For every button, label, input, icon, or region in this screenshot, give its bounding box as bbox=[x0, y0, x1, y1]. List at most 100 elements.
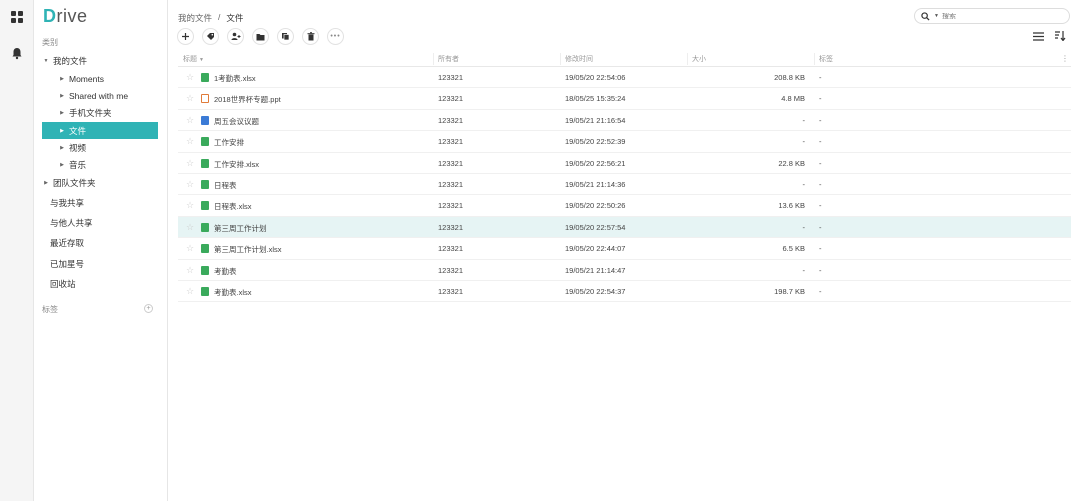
sidebar-item-videos[interactable]: ▶ 视频 bbox=[42, 139, 158, 156]
file-tags: - bbox=[819, 286, 822, 296]
file-modified: 19/05/20 22:50:26 bbox=[565, 201, 626, 211]
header-size[interactable]: 大小 bbox=[692, 54, 706, 64]
table-row[interactable]: ☆ 周五会议议题 123321 19/05/21 21:16:54 - - bbox=[178, 110, 1071, 132]
header-owner[interactable]: 所有者 bbox=[438, 54, 459, 64]
file-name[interactable]: 1考勤表.xlsx bbox=[214, 73, 256, 84]
table-row[interactable]: ☆ 第三周工作计划 123321 19/05/20 22:57:54 - - bbox=[178, 216, 1071, 239]
new-folder-icon bbox=[256, 33, 265, 40]
sidebar-item-moments[interactable]: ▶ Moments bbox=[42, 70, 158, 87]
search-icon[interactable] bbox=[921, 11, 930, 21]
sidebar-item-label: 团队文件夹 bbox=[53, 177, 96, 188]
star-icon[interactable]: ☆ bbox=[186, 94, 194, 103]
bell-icon[interactable] bbox=[10, 46, 24, 60]
list-view-icon bbox=[1032, 31, 1044, 41]
file-name[interactable]: 第三周工作计划 bbox=[214, 223, 267, 234]
table-row[interactable]: ☆ 考勤表 123321 19/05/21 21:14:47 - - bbox=[178, 260, 1071, 281]
table-row[interactable]: ☆ 考勤表.xlsx 123321 19/05/20 22:54:37 198.7 KB… bbox=[178, 281, 1071, 303]
spreadsheet-file-icon bbox=[201, 265, 209, 275]
sidebar-item-files[interactable]: ▶ 文件 bbox=[42, 122, 158, 139]
star-icon[interactable]: ☆ bbox=[186, 158, 194, 168]
star-icon[interactable]: ☆ bbox=[186, 286, 194, 296]
file-size: - bbox=[802, 115, 806, 125]
star-icon[interactable]: ☆ bbox=[186, 73, 194, 82]
file-modified: 19/05/20 22:57:54 bbox=[565, 222, 626, 232]
sidebar-item-music[interactable]: ▶ 音乐 bbox=[42, 156, 158, 173]
search-box[interactable]: ▼ bbox=[914, 8, 1070, 24]
sidebar-item-shared-with-others[interactable]: 与他人共享 bbox=[42, 214, 158, 231]
file-name[interactable]: 日程表.xlsx bbox=[214, 201, 252, 212]
star-icon[interactable]: ☆ bbox=[186, 201, 194, 210]
sidebar-item-starred[interactable]: 已加星号 bbox=[42, 255, 158, 272]
tag-button[interactable] bbox=[202, 28, 219, 45]
caret-down-icon: ▼ bbox=[43, 57, 49, 64]
file-owner: 123321 bbox=[438, 73, 464, 82]
file-tags: - bbox=[819, 201, 822, 211]
header-title[interactable]: 标题 ▼ bbox=[183, 54, 204, 64]
table-row[interactable]: ☆ 第三周工作计划.xlsx 123321 19/05/20 22:44:07 6.5 … bbox=[178, 238, 1071, 260]
star-icon[interactable]: ☆ bbox=[186, 115, 194, 125]
header-modified[interactable]: 修改时间 bbox=[565, 54, 593, 64]
sidebar-item-trash[interactable]: 回收站 bbox=[42, 275, 158, 292]
table-row[interactable]: ☆ 日程表 123321 19/05/21 21:14:36 - - bbox=[178, 174, 1071, 196]
spreadsheet-file-icon bbox=[201, 158, 209, 168]
file-name[interactable]: 日程表 bbox=[214, 180, 237, 191]
header-tags[interactable]: 标签 bbox=[819, 54, 833, 64]
search-input[interactable] bbox=[941, 12, 1042, 20]
new-folder-button[interactable] bbox=[252, 28, 269, 45]
add-tag-icon[interactable]: + bbox=[144, 304, 153, 313]
table-row[interactable]: ☆ 1考勤表.xlsx 123321 19/05/20 22:54:06 208.8 K… bbox=[178, 67, 1071, 89]
drive-logo[interactable]: Drive bbox=[43, 6, 88, 27]
tag-icon bbox=[207, 33, 214, 40]
sidebar-item-shared-to-me[interactable]: 与我共享 bbox=[42, 194, 158, 211]
sidebar-item-shared-with-me[interactable]: ▶ Shared with me bbox=[42, 87, 158, 104]
star-icon[interactable]: ☆ bbox=[186, 137, 194, 146]
plus-icon bbox=[182, 33, 189, 40]
delete-icon bbox=[307, 32, 314, 41]
sidebar-item-label: 手机文件夹 bbox=[69, 107, 112, 118]
file-name[interactable]: 2018世界杯专题.ppt bbox=[214, 94, 281, 105]
list-view-button[interactable] bbox=[1032, 30, 1044, 42]
caret-right-icon: ▶ bbox=[60, 92, 64, 99]
sidebar-item-label: Moments bbox=[69, 73, 104, 84]
file-name[interactable]: 工作安排.xlsx bbox=[214, 159, 259, 170]
file-name[interactable]: 考勤表.xlsx bbox=[214, 287, 252, 298]
file-name[interactable]: 工作安排 bbox=[214, 137, 244, 148]
delete-button[interactable] bbox=[302, 28, 319, 45]
file-tags: - bbox=[819, 222, 822, 232]
sidebar-item-team-folder[interactable]: ▶ 团队文件夹 bbox=[42, 174, 158, 191]
table-row[interactable]: ☆ 工作安排 123321 19/05/20 22:52:39 - - bbox=[178, 131, 1071, 153]
search-dropdown-icon[interactable]: ▼ bbox=[934, 13, 939, 19]
file-tags: - bbox=[819, 158, 822, 168]
sidebar-item-recent[interactable]: 最近存取 bbox=[42, 234, 158, 251]
file-tags: - bbox=[819, 115, 822, 125]
star-icon[interactable]: ☆ bbox=[186, 222, 194, 232]
file-name[interactable]: 周五会议议题 bbox=[214, 116, 259, 127]
star-icon[interactable]: ☆ bbox=[186, 244, 194, 253]
table-row[interactable]: ☆ 日程表.xlsx 123321 19/05/20 22:50:26 13.6 KB - bbox=[178, 195, 1071, 217]
file-owner: 123321 bbox=[438, 179, 464, 189]
share-user-button[interactable] bbox=[227, 28, 244, 45]
sidebar-item-label: 已加星号 bbox=[50, 258, 85, 269]
caret-right-icon: ▶ bbox=[60, 161, 64, 168]
drive-app: Drive 类别 ▼ 我的文件 ▶ Moments ▶ Shared with … bbox=[0, 0, 1080, 501]
breadcrumb-root[interactable]: 我的文件 bbox=[178, 12, 212, 24]
copy-button[interactable] bbox=[277, 28, 294, 45]
sidebar-item-mobile-folder[interactable]: ▶ 手机文件夹 bbox=[42, 104, 158, 121]
table-row[interactable]: ☆ 工作安排.xlsx 123321 19/05/20 22:56:21 22.8 KB… bbox=[178, 153, 1071, 174]
column-options-icon[interactable]: ⋮ bbox=[1061, 54, 1069, 63]
view-controls bbox=[1032, 30, 1066, 42]
apps-grid-icon[interactable] bbox=[11, 11, 23, 23]
more-button[interactable]: ••• bbox=[327, 28, 344, 45]
sort-icon bbox=[1054, 31, 1065, 41]
sort-desc-icon: ▼ bbox=[198, 56, 204, 63]
spreadsheet-file-icon bbox=[201, 244, 209, 254]
star-icon[interactable]: ☆ bbox=[186, 265, 194, 275]
file-name[interactable]: 第三周工作计划.xlsx bbox=[214, 244, 282, 255]
sort-button[interactable] bbox=[1054, 30, 1066, 42]
table-row[interactable]: ☆ 2018世界杯专题.ppt 123321 18/05/25 15:35:24 4.8… bbox=[178, 88, 1071, 110]
sidebar-item-my-files[interactable]: ▼ 我的文件 bbox=[42, 52, 158, 69]
new-button[interactable] bbox=[177, 28, 194, 45]
file-name[interactable]: 考勤表 bbox=[214, 266, 237, 277]
file-owner: 123321 bbox=[438, 265, 464, 275]
star-icon[interactable]: ☆ bbox=[186, 179, 194, 189]
